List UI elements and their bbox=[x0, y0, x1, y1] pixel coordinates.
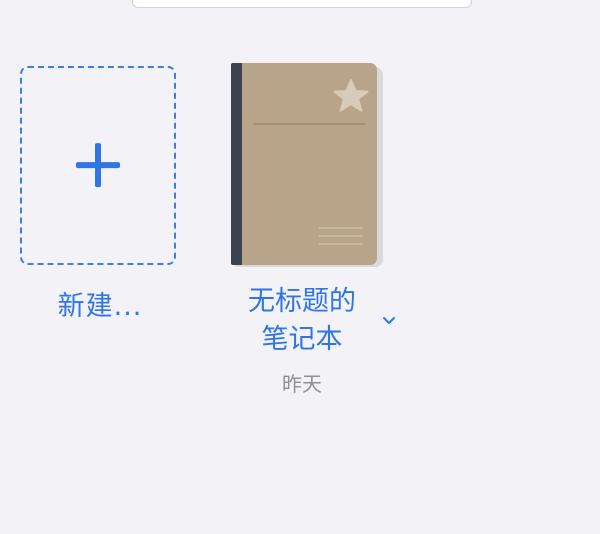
new-notebook-tile[interactable] bbox=[20, 66, 176, 265]
search-bar[interactable] bbox=[132, 0, 472, 8]
cover-label-lines bbox=[319, 227, 363, 251]
star-icon bbox=[333, 79, 369, 112]
plus-icon bbox=[76, 142, 120, 187]
notebook-title-line-2: 笔记本 bbox=[261, 324, 343, 355]
notebook-cover[interactable] bbox=[231, 63, 383, 267]
notebook-title-line-1: 无标题的 bbox=[248, 286, 356, 317]
notebook-title[interactable]: 无标题的 笔记本 bbox=[224, 283, 380, 359]
notebook-date: 昨天 bbox=[282, 372, 322, 396]
notebook-picker: 新建... 无标题的 笔记本 昨天 bbox=[0, 0, 600, 534]
cover-rule bbox=[253, 123, 365, 125]
new-notebook-label[interactable]: 新建... bbox=[22, 284, 178, 323]
cover-body bbox=[231, 63, 377, 265]
cover-spine bbox=[231, 63, 242, 265]
chevron-down-icon[interactable] bbox=[382, 316, 396, 326]
